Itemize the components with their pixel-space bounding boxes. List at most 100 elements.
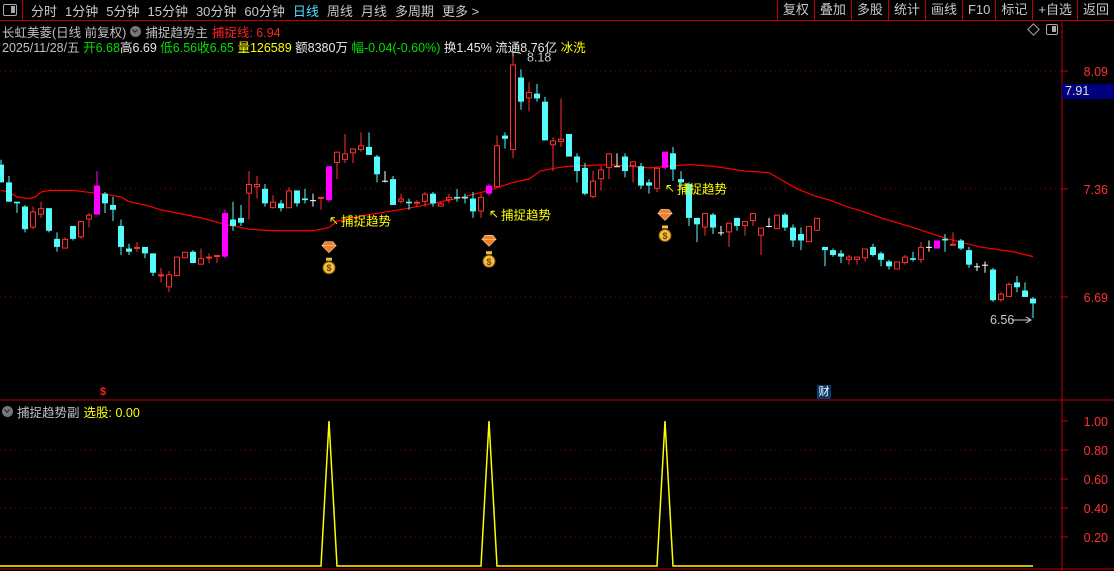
candle-body xyxy=(198,258,204,265)
candle-body xyxy=(502,135,508,139)
candle-body xyxy=(926,246,932,248)
candle-body xyxy=(110,204,116,210)
candle-body xyxy=(918,246,924,260)
candle-body xyxy=(942,238,948,241)
candle-body xyxy=(318,196,324,199)
candle-body xyxy=(654,167,660,189)
candle-body xyxy=(334,151,340,163)
candle-body xyxy=(382,180,388,182)
candle-body xyxy=(742,221,748,226)
candle-body xyxy=(846,256,852,260)
candle-body xyxy=(958,240,964,249)
candle-body xyxy=(822,246,828,251)
price-tick-label: 8.09 xyxy=(1084,65,1108,79)
candle-body xyxy=(430,193,436,204)
candle-body xyxy=(38,208,44,215)
candle-body xyxy=(782,214,788,228)
candle-body xyxy=(126,248,132,252)
candle-body xyxy=(254,183,260,188)
candle-body xyxy=(638,166,644,186)
money-bag-tie xyxy=(486,251,492,255)
candle-body xyxy=(14,201,20,204)
candle-body xyxy=(806,225,812,243)
candle-body xyxy=(766,225,772,227)
money-bag-tie xyxy=(662,225,668,229)
price-tick-label: 7.36 xyxy=(1084,183,1108,197)
candle-body xyxy=(222,213,228,257)
candle-body xyxy=(366,146,372,155)
dollar-marker[interactable]: $ xyxy=(100,386,106,398)
candle-body xyxy=(142,246,148,254)
candle-body xyxy=(478,196,484,212)
candle-body xyxy=(574,156,580,172)
signal-label: 捕捉趋势 xyxy=(677,181,728,196)
high-price-label: 8.18 xyxy=(527,50,551,64)
candle-body xyxy=(30,211,36,228)
candle-body xyxy=(134,246,140,249)
candle-body xyxy=(190,251,196,264)
candle-body xyxy=(966,250,972,265)
candle-body xyxy=(774,214,780,230)
candle-body xyxy=(486,185,492,194)
candle-body xyxy=(694,217,700,225)
kline-chart[interactable]: 8.09 7.36 6.69 1.00 0.80 0.60 0.40 0.20 8.18 6.56… xyxy=(0,0,1114,571)
candle-body xyxy=(510,64,516,151)
candle-body xyxy=(630,161,636,167)
candle-body xyxy=(22,206,28,230)
money-bag-tie xyxy=(326,257,332,261)
diamond-gem-icon xyxy=(657,209,673,221)
sub-tick-label: 0.40 xyxy=(1084,502,1108,516)
finance-marker[interactable]: 财 xyxy=(817,385,831,399)
candle-body xyxy=(102,193,108,204)
candle-body xyxy=(446,196,452,201)
candle-body xyxy=(350,148,356,154)
candle-body xyxy=(54,238,60,247)
candle-body xyxy=(854,256,860,260)
candle-body xyxy=(670,153,676,170)
candle-body xyxy=(982,264,988,266)
candle-body xyxy=(230,219,236,226)
candle-body xyxy=(302,198,308,201)
arrow-up-left-icon xyxy=(666,184,674,192)
candle-body xyxy=(0,164,4,183)
candle-body xyxy=(46,208,52,231)
candle-body xyxy=(662,151,668,168)
candle-body xyxy=(206,256,212,259)
sub-indicator-name[interactable]: 捕捉趋势副 xyxy=(17,402,80,421)
candle-body xyxy=(78,221,84,238)
candle-body xyxy=(550,140,556,146)
candle-body xyxy=(830,250,836,255)
candle-body xyxy=(606,153,612,168)
money-bag-symbol: $ xyxy=(662,231,667,241)
candle-body xyxy=(342,153,348,160)
money-bag-symbol: $ xyxy=(326,263,331,273)
candle-body xyxy=(902,256,908,264)
candle-body xyxy=(526,91,532,99)
diamond-gem-icon xyxy=(321,241,337,254)
candle-body xyxy=(910,258,916,260)
candle-body xyxy=(974,266,980,268)
candle-body xyxy=(494,145,500,188)
candle-body xyxy=(814,217,820,231)
low-price-label: 6.56 xyxy=(990,313,1014,327)
candle-body xyxy=(718,232,724,234)
candle-body xyxy=(1030,298,1036,304)
sub-tick-label: 0.80 xyxy=(1084,444,1108,458)
candle-body xyxy=(1022,290,1028,297)
current-price-label: 7.91 xyxy=(1062,84,1114,99)
candle-body xyxy=(94,185,100,215)
candle-body xyxy=(374,156,380,175)
candle-body xyxy=(1014,282,1020,288)
stock-pick-line xyxy=(0,420,1033,567)
candle-body xyxy=(710,214,716,228)
candle-body xyxy=(462,196,468,199)
chevron-down-icon[interactable] xyxy=(2,406,13,417)
candle-body xyxy=(518,77,524,102)
candle-body xyxy=(590,180,596,197)
candle-body xyxy=(246,183,252,194)
candle-body xyxy=(566,133,572,157)
candle-body xyxy=(862,248,868,259)
candle-body xyxy=(438,203,444,207)
signal-label: 捕捉趋势 xyxy=(341,214,392,229)
candle-body xyxy=(750,213,756,222)
